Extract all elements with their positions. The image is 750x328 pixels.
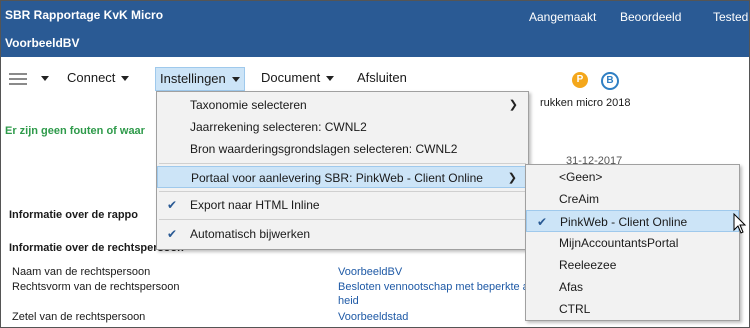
menu-separator	[159, 191, 526, 192]
menu-item-taxonomie[interactable]: Taxonomie selecteren ❯	[157, 94, 528, 116]
submenu-item-afas[interactable]: Afas	[526, 276, 739, 298]
app-window: SBR Rapportage KvK Micro VoorbeeldBV Aan…	[0, 0, 750, 328]
submenu-item-label: CreAim	[559, 192, 600, 206]
submenu-item-label: Afas	[559, 280, 584, 294]
section-rapport: Informatie over de rappo	[9, 209, 138, 221]
menu-item-label: Automatisch bijwerken	[190, 227, 311, 241]
submenu-item-label: <Geen>	[559, 170, 603, 184]
menu-item-label: Bron waarderingsgrondslagen selecteren: …	[190, 142, 458, 156]
chevron-down-icon	[326, 76, 335, 82]
chevron-right-icon: ❯	[508, 99, 518, 111]
chevron-down-icon	[121, 76, 130, 82]
submenu-item-label: Reeleezee	[559, 258, 617, 272]
menu-item-automatisch-bijwerken[interactable]: ✔ Automatisch bijwerken	[157, 223, 528, 245]
submenu-item-label: MijnAccountantsPortal	[559, 236, 679, 250]
checkmark-icon: ✔	[167, 198, 178, 212]
hamburger-icon[interactable]	[9, 73, 27, 87]
menu-item-export-html[interactable]: ✔ Export naar HTML Inline	[157, 194, 528, 216]
validation-message: Er zijn geen fouten of waar	[5, 125, 145, 137]
submenu-item-label: CTRL	[559, 302, 591, 316]
app-title: SBR Rapportage KvK Micro	[5, 8, 164, 22]
status-aangemaakt[interactable]: Aangemaakt	[529, 10, 596, 24]
submenu-item-reeleezee[interactable]: Reeleezee	[526, 254, 739, 276]
checkmark-icon: ✔	[167, 227, 178, 241]
portaal-submenu: <Geen> CreAim ✔ PinkWeb - Client Online …	[525, 164, 740, 321]
document-title: rukken micro 2018	[540, 97, 631, 109]
submenu-item-creaim[interactable]: CreAim	[526, 188, 739, 210]
chevron-down-icon	[41, 76, 49, 82]
menu-item-portaal[interactable]: Portaal voor aanlevering SBR: PinkWeb - …	[157, 166, 528, 188]
mouse-cursor-icon	[733, 213, 747, 234]
b-icon[interactable]: B	[601, 72, 619, 90]
menu-connect-label: Connect	[67, 70, 116, 85]
checkmark-icon: ✔	[537, 215, 548, 229]
row-label: Zetel van de rechtspersoon	[12, 311, 146, 323]
company-name: VoorbeeldBV	[5, 36, 80, 50]
menu-instellingen-label: Instellingen	[160, 71, 226, 86]
chevron-right-icon: ❯	[507, 172, 517, 184]
menu-document[interactable]: Document	[261, 67, 335, 89]
submenu-item-mijnaccountantsportal[interactable]: MijnAccountantsPortal	[526, 232, 739, 254]
menu-instellingen[interactable]: Instellingen	[155, 67, 245, 91]
status-beoordeeld[interactable]: Beoordeeld	[620, 10, 681, 24]
menu-afsluiten[interactable]: Afsluiten	[357, 67, 407, 89]
menu-document-label: Document	[261, 70, 321, 85]
row-value[interactable]: VoorbeeldBV	[338, 266, 402, 278]
menu-item-label: Portaal voor aanlevering SBR: PinkWeb - …	[191, 171, 483, 185]
hamburger-dropdown-arrow[interactable]	[35, 67, 49, 89]
menu-item-label: Taxonomie selecteren	[190, 98, 307, 112]
status-tested[interactable]: Tested	[713, 10, 748, 24]
row-value[interactable]: Voorbeeldstad	[338, 311, 408, 323]
p-icon[interactable]: P	[572, 72, 588, 88]
submenu-item-label: PinkWeb - Client Online	[560, 215, 688, 229]
chevron-down-icon	[231, 77, 240, 83]
row-value-continued[interactable]: heid	[338, 295, 359, 307]
menu-item-jaarrekening[interactable]: Jaarrekening selecteren: CWNL2	[157, 116, 528, 138]
row-value[interactable]: Besloten vennootschap met beperkte a	[338, 281, 529, 293]
menu-item-bron-waarderingsgrondslagen[interactable]: Bron waarderingsgrondslagen selecteren: …	[157, 138, 528, 160]
submenu-item-pinkweb[interactable]: ✔ PinkWeb - Client Online	[526, 210, 739, 232]
row-label: Naam van de rechtspersoon	[12, 266, 151, 278]
menu-afsluiten-label: Afsluiten	[357, 70, 407, 85]
menu-connect[interactable]: Connect	[67, 67, 130, 89]
menu-separator	[159, 219, 526, 220]
menu-separator	[159, 163, 526, 164]
submenu-item-geen[interactable]: <Geen>	[526, 166, 739, 188]
instellingen-dropdown: Taxonomie selecteren ❯ Jaarrekening sele…	[156, 91, 529, 250]
app-header: SBR Rapportage KvK Micro VoorbeeldBV Aan…	[1, 1, 749, 57]
menu-item-label: Export naar HTML Inline	[190, 198, 320, 212]
submenu-item-ctrl[interactable]: CTRL	[526, 298, 739, 320]
menu-item-label: Jaarrekening selecteren: CWNL2	[190, 120, 367, 134]
row-label: Rechtsvorm van de rechtspersoon	[12, 281, 180, 293]
